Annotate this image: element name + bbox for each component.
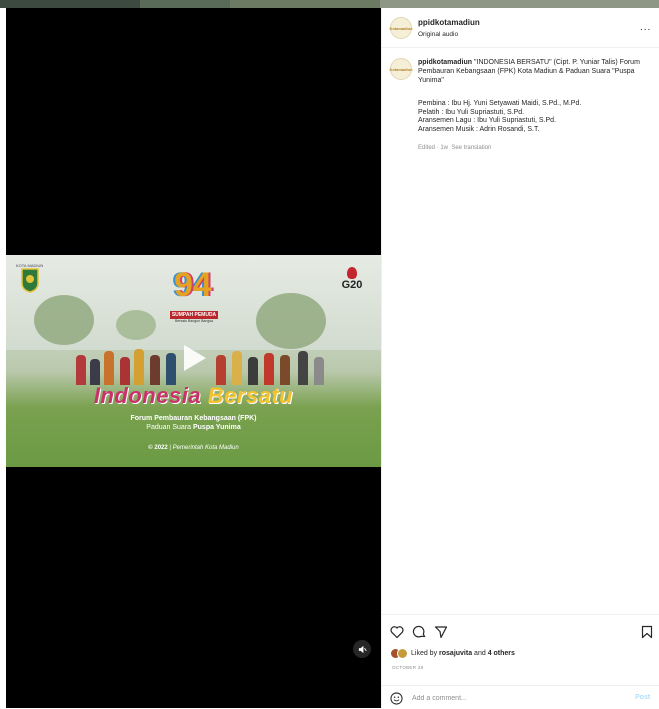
bookmark-icon[interactable] <box>640 625 654 639</box>
emoji-icon[interactable] <box>390 692 403 705</box>
original-audio-link[interactable]: Original audio <box>418 31 458 38</box>
video-subtitle-fpk: Forum Pembauran Kebangsaan (FPK) <box>130 415 257 422</box>
liker-avatar[interactable] <box>397 647 408 659</box>
more-options-button[interactable]: ... <box>640 22 651 33</box>
heart-icon[interactable] <box>390 625 404 639</box>
post-sidebar: Kotamadiun ppidkotamadiun Original audio… <box>381 8 659 708</box>
title-word-bersatu: Bersatu <box>207 383 294 408</box>
see-translation-link[interactable]: See translation <box>451 145 491 151</box>
comment-input[interactable] <box>412 692 612 705</box>
title-word-indonesia: Indonesia <box>93 383 202 408</box>
comment-box: Post <box>382 685 659 709</box>
likes-others-link[interactable]: 4 others <box>488 650 515 657</box>
credit-line: Pembina : Ibu Hj. Yuni Setyawati Maidi, … <box>418 100 582 107</box>
credit-line: Aransemen Lagu : Ibu Yuli Supriastuti, S… <box>418 117 557 125</box>
background-strip <box>0 0 659 8</box>
post-header: Kotamadiun ppidkotamadiun Original audio… <box>382 8 659 48</box>
liked-by: Liked by rosajuvita and 4 others <box>390 647 515 659</box>
header-username[interactable]: ppidkotamadiun <box>418 18 480 27</box>
liker-username[interactable]: rosajuvita <box>439 650 472 657</box>
video-copyright: © 2022 | Pemerintah Kota Madiun <box>148 445 239 451</box>
post-caption: ppidkotamadiun "INDONESIA BERSATU" (Cipt… <box>418 58 654 85</box>
sumpah-pemuda-label: SUMPAH PEMUDA <box>170 311 218 319</box>
caption-username[interactable]: ppidkotamadiun <box>418 59 472 66</box>
video-subtitle-choir: Paduan Suara Puspa Yunima <box>146 424 241 431</box>
sumpah-pemuda-sub: Bersatu Bangun Bangsa <box>175 319 213 323</box>
mute-button[interactable] <box>353 640 371 658</box>
credit-line: Aransemen Musik : Adrin Rosandi, S.T. <box>418 125 540 133</box>
edited-label: Edited · 1w <box>418 145 449 151</box>
madiun-emblem-icon <box>21 268 39 293</box>
video-player[interactable]: KOTA MADIUN G20 94 SUMPAH PEMUDA Bersatu… <box>6 8 381 708</box>
g20-logo: G20 <box>340 267 364 301</box>
post-meta: Edited · 1w See translation <box>418 145 491 151</box>
left-logo-caption: KOTA MADIUN <box>16 263 44 268</box>
action-bar: Liked by rosajuvita and 4 others OCTOBER… <box>382 614 659 708</box>
post-date: OCTOBER 28 <box>392 665 424 670</box>
video-frame[interactable]: KOTA MADIUN G20 94 SUMPAH PEMUDA Bersatu… <box>6 255 381 467</box>
post-comment-button[interactable]: Post <box>635 694 650 701</box>
speaker-muted-icon <box>358 645 367 653</box>
video-title: Indonesia Bersatu <box>6 383 381 409</box>
play-icon[interactable] <box>176 341 210 375</box>
caption-avatar[interactable]: Kotamadiun <box>389 58 413 80</box>
avatar[interactable]: Kotamadiun <box>389 17 413 39</box>
comment-icon[interactable] <box>412 625 426 639</box>
credits-list: Pembina : Ibu Hj. Yuni Setyawati Maidi, … <box>418 100 654 134</box>
credit-line: Pelatih : Ibu Yuli Supriastuti, S.Pd. <box>418 108 525 116</box>
sumpah-pemuda-badge: 94 <box>174 266 212 304</box>
liked-by-text: Liked by rosajuvita and 4 others <box>411 649 515 657</box>
share-icon[interactable] <box>434 625 448 639</box>
